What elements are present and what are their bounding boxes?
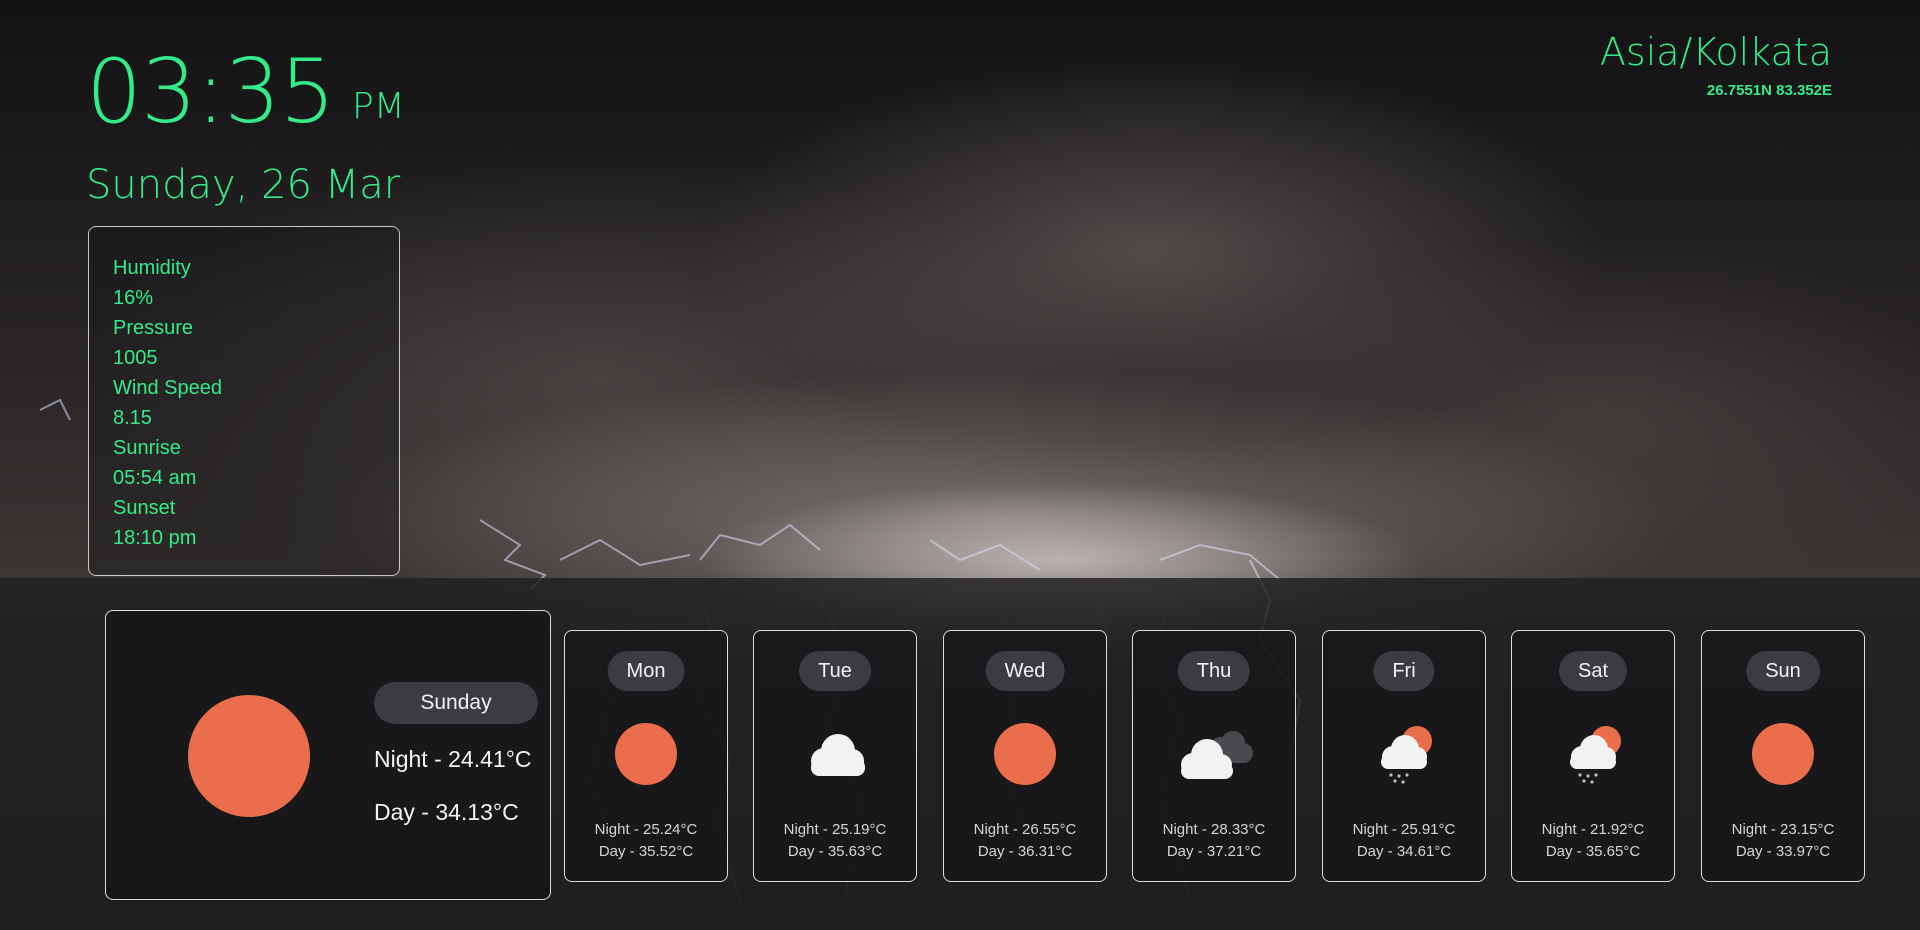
clock-period: PM	[352, 86, 405, 127]
forecast-card-sat: Sat Night - 21.92°C Day - 35.65°C	[1511, 630, 1675, 882]
forecast-night-temp: Night - 25.24°C	[594, 821, 698, 838]
today-day-pill: Sunday	[374, 682, 538, 724]
forecast-day-pill: Wed	[985, 651, 1065, 691]
forecast-day-pill: Fri	[1373, 651, 1435, 691]
forecast-night-temp: Night - 21.92°C	[1541, 821, 1645, 838]
pressure-label: Pressure	[113, 317, 194, 339]
overcast-cloud-icon	[1169, 719, 1259, 789]
sunset-value: 18:10 pm	[113, 527, 197, 549]
weather-details-card: Humidity 16% Pressure 1005 Wind Speed 8.…	[88, 226, 400, 576]
forecast-day-pill: Tue	[799, 651, 871, 691]
forecast-day-temp: Day - 35.65°C	[1545, 843, 1641, 860]
humidity-value: 16%	[113, 287, 154, 309]
forecast-day-temp: Day - 33.97°C	[1735, 843, 1831, 860]
forecast-day-temp: Day - 35.52°C	[598, 843, 694, 860]
today-night-temp: Night - 24.41°C	[374, 746, 532, 772]
coordinates-label: 26.7551N 83.352E	[1706, 82, 1832, 99]
forecast-card-tue: Tue Night - 25.19°C Day - 35.63°C	[753, 630, 917, 882]
timezone-label: Asia/Kolkata	[1599, 30, 1832, 74]
sunset-label: Sunset	[113, 497, 176, 519]
sun-icon	[980, 719, 1070, 789]
rain-sun-cloud-icon	[1548, 719, 1638, 789]
forecast-card-fri: Fri Night - 25.91°C Day - 34.61°C	[1322, 630, 1486, 882]
today-forecast-card: Sunday Night - 24.41°C Day - 34.13°C	[105, 610, 551, 900]
forecast-night-temp: Night - 25.91°C	[1352, 821, 1456, 838]
sun-icon	[1738, 719, 1828, 789]
today-day-temp: Day - 34.13°C	[374, 799, 519, 825]
sun-icon	[601, 719, 691, 789]
forecast-day-temp: Day - 36.31°C	[977, 843, 1073, 860]
rain-sun-cloud-icon	[1359, 719, 1449, 789]
wind-speed-value: 8.15	[113, 407, 152, 429]
forecast-day-temp: Day - 37.21°C	[1166, 843, 1262, 860]
forecast-day-pill: Sat	[1558, 651, 1628, 691]
cloud-icon	[790, 719, 880, 789]
forecast-day-temp: Day - 35.63°C	[787, 843, 883, 860]
sun-icon	[188, 695, 310, 817]
forecast-card-sun: Sun Night - 23.15°C Day - 33.97°C	[1701, 630, 1865, 882]
forecast-card-thu: Thu Night - 28.33°C Day - 37.21°C	[1132, 630, 1296, 882]
sunrise-label: Sunrise	[113, 437, 181, 459]
clock-time: 03:35	[86, 40, 336, 143]
forecast-night-temp: Night - 26.55°C	[973, 821, 1077, 838]
forecast-night-temp: Night - 25.19°C	[783, 821, 887, 838]
forecast-day-pill: Thu	[1177, 651, 1251, 691]
forecast-night-temp: Night - 28.33°C	[1162, 821, 1266, 838]
wind-speed-label: Wind Speed	[113, 377, 222, 399]
forecast-card-mon: Mon Night - 25.24°C Day - 35.52°C	[564, 630, 728, 882]
forecast-night-temp: Night - 23.15°C	[1731, 821, 1835, 838]
sunrise-value: 05:54 am	[113, 467, 197, 489]
pressure-value: 1005	[113, 347, 158, 369]
forecast-day-temp: Day - 34.61°C	[1356, 843, 1452, 860]
current-date: Sunday, 26 Mar	[86, 162, 401, 208]
forecast-day-pill: Mon	[607, 651, 685, 691]
forecast-card-wed: Wed Night - 26.55°C Day - 36.31°C	[943, 630, 1107, 882]
forecast-day-pill: Sun	[1746, 651, 1820, 691]
humidity-label: Humidity	[113, 257, 191, 279]
